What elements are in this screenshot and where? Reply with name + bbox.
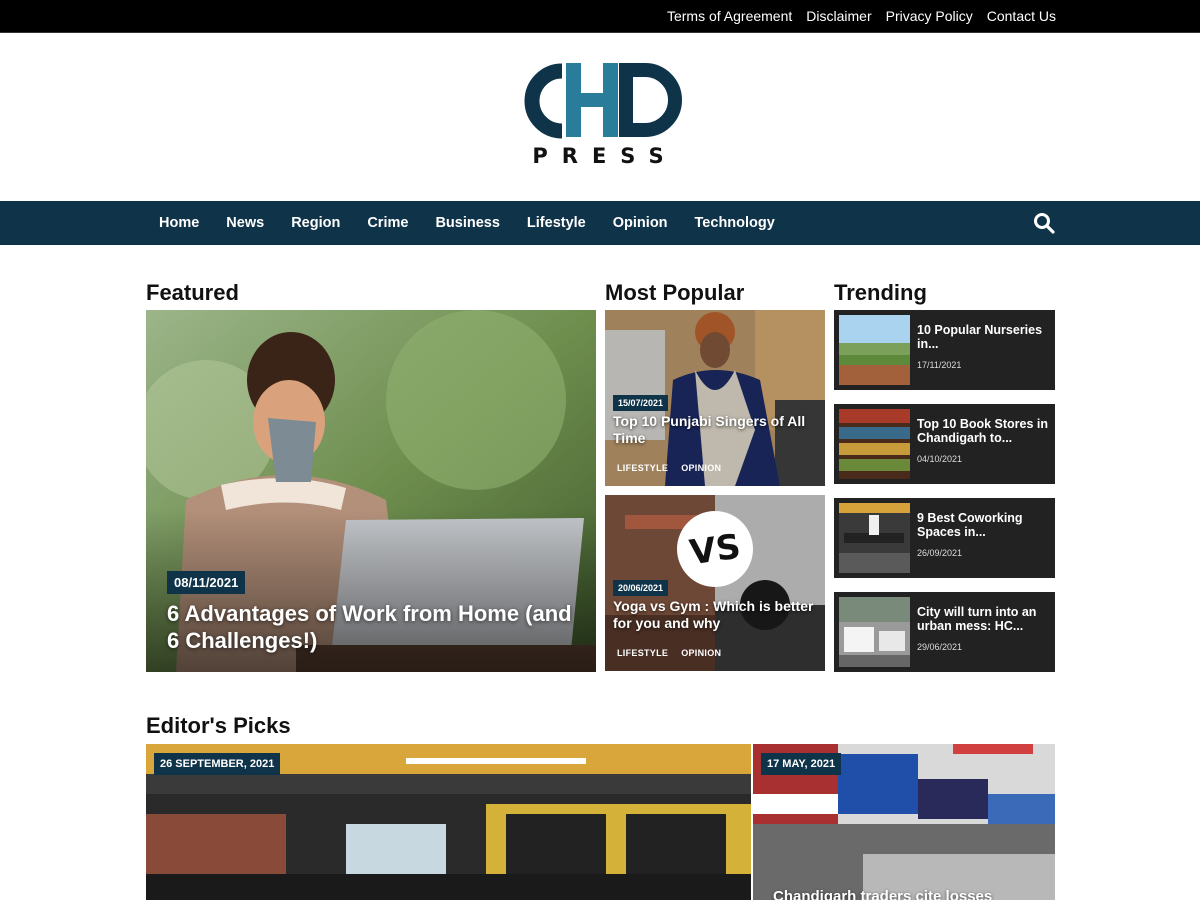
- pick-date-2: 17 MAY, 2021: [761, 753, 842, 775]
- trending-title-3[interactable]: 9 Best Coworking Spaces in...: [917, 511, 1049, 539]
- disclaimer-link[interactable]: Disclaimer: [806, 8, 871, 24]
- top-links: Terms of Agreement Disclaimer Privacy Po…: [667, 0, 1056, 32]
- popular-tags-1: LIFESTYLE OPINION: [617, 463, 721, 473]
- trending-heading: Trending: [834, 280, 927, 305]
- trending-thumb-4: [839, 597, 910, 667]
- popular-heading: Most Popular: [605, 280, 745, 305]
- terms-link[interactable]: Terms of Agreement: [667, 8, 792, 24]
- search-icon[interactable]: [1033, 212, 1055, 234]
- nav-region[interactable]: Region: [291, 215, 340, 231]
- trending-date-3: 26/09/2021: [917, 548, 963, 558]
- tag-lifestyle[interactable]: LIFESTYLE: [617, 648, 668, 658]
- chd-logo-mark: [524, 63, 682, 139]
- pick-title-2[interactable]: Chandigarh traders cite losses: [773, 888, 1043, 900]
- tag-lifestyle[interactable]: LIFESTYLE: [617, 463, 668, 473]
- trending-thumb-1: [839, 315, 910, 385]
- pick-date-1: 26 SEPTEMBER, 2021: [154, 753, 281, 775]
- trending-thumb-2: [839, 409, 910, 479]
- top-bar: Terms of Agreement Disclaimer Privacy Po…: [0, 0, 1200, 33]
- popular-tags-2: LIFESTYLE OPINION: [617, 648, 721, 658]
- pick-card-2[interactable]: 17 MAY, 2021 Chandigarh traders cite los…: [753, 744, 1055, 900]
- nav-news[interactable]: News: [226, 215, 264, 231]
- trending-date-2: 04/10/2021: [917, 454, 963, 464]
- nav-opinion[interactable]: Opinion: [613, 215, 668, 231]
- trending-item-1[interactable]: 10 Popular Nurseries in... 17/11/2021: [834, 310, 1055, 390]
- featured-heading: Featured: [146, 280, 239, 305]
- nav-crime[interactable]: Crime: [367, 215, 408, 231]
- popular-date-1: 15/07/2021: [613, 395, 669, 411]
- pick-card-1[interactable]: 26 SEPTEMBER, 2021: [146, 744, 751, 900]
- nav-home[interactable]: Home: [159, 215, 199, 231]
- nav-lifestyle[interactable]: Lifestyle: [527, 215, 586, 231]
- trending-thumb-3: [839, 503, 910, 573]
- main-nav: Home News Region Crime Business Lifestyl…: [0, 201, 1200, 245]
- trending-item-3[interactable]: 9 Best Coworking Spaces in... 26/09/2021: [834, 498, 1055, 578]
- nav-technology[interactable]: Technology: [695, 215, 775, 231]
- tag-opinion[interactable]: OPINION: [681, 463, 721, 473]
- picks-heading: Editor's Picks: [146, 713, 291, 738]
- popular-date-2: 20/06/2021: [613, 580, 669, 596]
- logo-wordmark: PRESS: [532, 144, 678, 168]
- vs-graphic: VS: [687, 527, 743, 574]
- trending-title-1[interactable]: 10 Popular Nurseries in...: [917, 323, 1049, 351]
- featured-date-badge: 08/11/2021: [167, 571, 246, 594]
- tag-opinion[interactable]: OPINION: [681, 648, 721, 658]
- privacy-link[interactable]: Privacy Policy: [886, 8, 973, 24]
- site-logo[interactable]: PRESS: [0, 33, 1200, 201]
- featured-title[interactable]: 6 Advantages of Work from Home (and 6 Ch…: [167, 600, 587, 654]
- trending-item-2[interactable]: Top 10 Book Stores in Chandigarh to... 0…: [834, 404, 1055, 484]
- trending-title-2[interactable]: Top 10 Book Stores in Chandigarh to...: [917, 417, 1049, 445]
- contact-link[interactable]: Contact Us: [987, 8, 1056, 24]
- trending-title-4[interactable]: City will turn into an urban mess: HC...: [917, 605, 1049, 633]
- nav-business[interactable]: Business: [435, 215, 499, 231]
- popular-title-2[interactable]: Yoga vs Gym : Which is better for you an…: [613, 598, 818, 632]
- trending-date-1: 17/11/2021: [917, 360, 962, 370]
- featured-article[interactable]: 08/11/2021 6 Advantages of Work from Hom…: [146, 310, 596, 672]
- popular-title-1[interactable]: Top 10 Punjabi Singers of All Time: [613, 413, 818, 447]
- popular-card-1[interactable]: 15/07/2021 Top 10 Punjabi Singers of All…: [605, 310, 825, 486]
- trending-item-4[interactable]: City will turn into an urban mess: HC...…: [834, 592, 1055, 672]
- popular-card-2[interactable]: VS 20/06/2021 Yoga vs Gym : Which is bet…: [605, 495, 825, 671]
- trending-date-4: 29/06/2021: [917, 642, 963, 652]
